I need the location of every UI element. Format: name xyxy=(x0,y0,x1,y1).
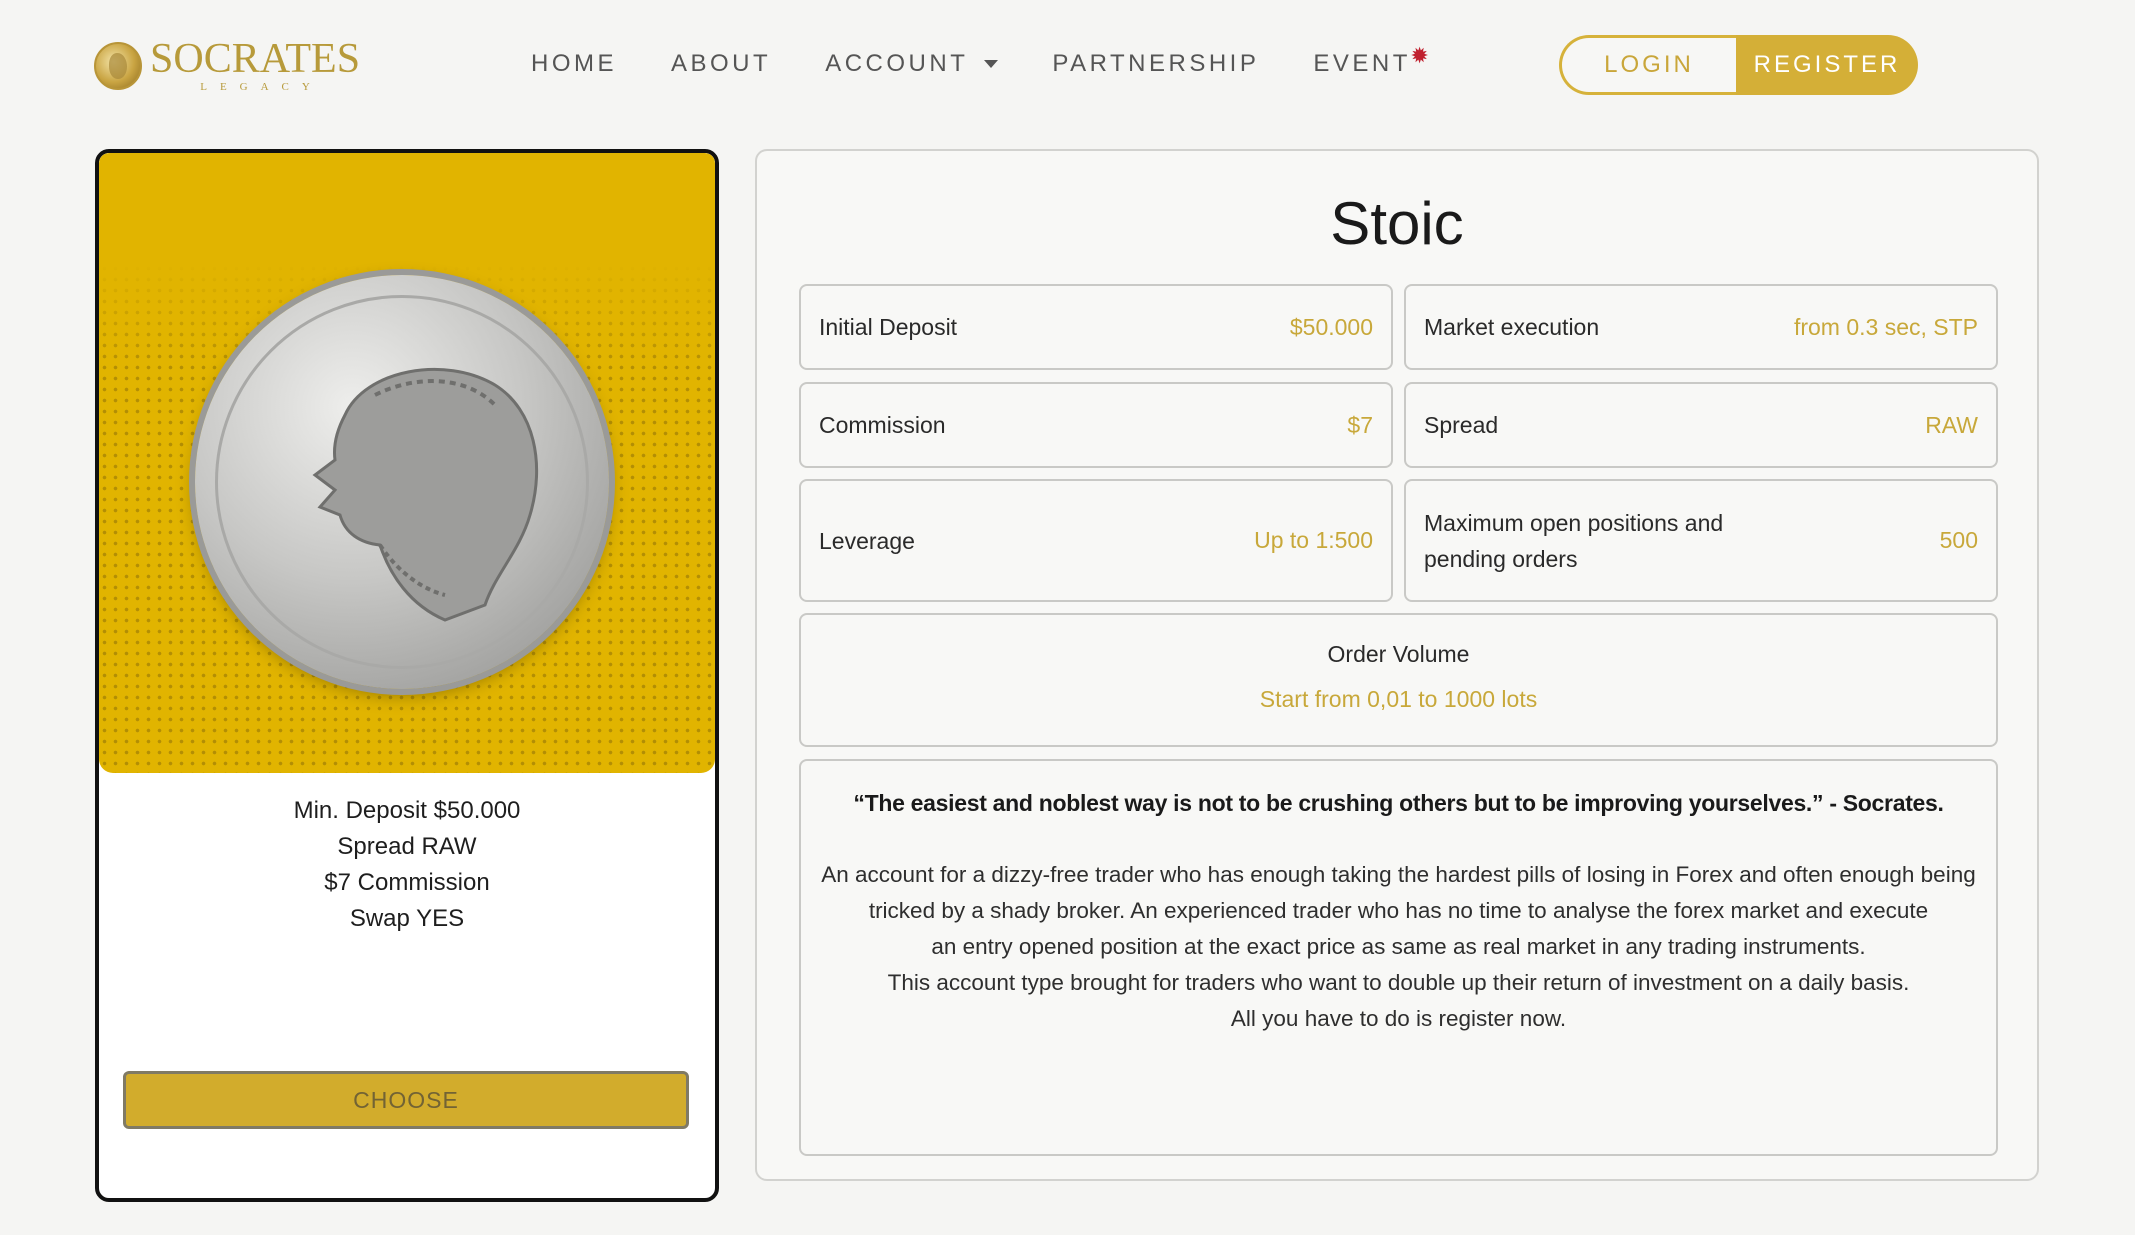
spec-max-positions: Maximum open positions and pending order… xyxy=(1404,479,1998,602)
spec-value: $7 xyxy=(1347,411,1373,438)
spec-value: 500 xyxy=(1939,527,1978,553)
account-card: Min. Deposit $50.000 Spread RAW $7 Commi… xyxy=(95,149,719,1202)
spec-order-volume: Order Volume Start from 0,01 to 1000 lot… xyxy=(799,613,1998,747)
spec-label: Initial Deposit xyxy=(819,314,958,340)
brand-text: SOCRATES LEGACY xyxy=(150,38,360,93)
nav-label: ACCOUNT xyxy=(825,50,969,77)
spec-value: $50.000 xyxy=(1289,313,1373,340)
spec-label: Commission xyxy=(819,412,946,438)
spec-spread: Spread RAW xyxy=(1404,382,1998,468)
spec-label: Spread xyxy=(1424,412,1499,438)
auth-buttons: LOGIN REGISTER xyxy=(1559,35,1918,95)
description-line: All you have to do is register now. xyxy=(1230,1006,1567,1031)
register-button[interactable]: REGISTER xyxy=(1736,35,1918,95)
spec-value: Up to 1:500 xyxy=(1254,527,1373,553)
nav-label: EVENT xyxy=(1313,50,1411,77)
spec-initial-deposit: Initial Deposit $50.000 xyxy=(799,284,1393,370)
chevron-down-icon xyxy=(984,60,999,68)
spec-value: from 0.3 sec, STP xyxy=(1793,313,1978,340)
socrates-profile-icon xyxy=(312,367,539,622)
main-nav: HOME ABOUT ACCOUNT PARTNERSHIP EVENT ✹ xyxy=(531,43,1465,78)
spec-commission: Commission $7 xyxy=(799,382,1393,468)
nav-label: ABOUT xyxy=(671,50,772,77)
nav-item-home[interactable]: HOME xyxy=(531,50,617,78)
card-info-line: Min. Deposit $50.000 xyxy=(293,797,521,824)
description-line: an entry opened position at the exact pr… xyxy=(931,934,1866,959)
gold-coin-icon xyxy=(94,41,142,90)
spec-leverage: Leverage Up to 1:500 xyxy=(799,479,1393,602)
nav-item-partnership[interactable]: PARTNERSHIP xyxy=(1052,50,1259,78)
card-info-line: $7 Commission xyxy=(324,869,490,896)
nav-label: PARTNERSHIP xyxy=(1052,50,1260,77)
volume-label: Order Volume xyxy=(1327,641,1470,667)
spec-label: Maximum open positions and pending order… xyxy=(1424,509,1724,572)
account-description: “The easiest and noblest way is not to b… xyxy=(799,759,1998,1156)
socrates-coin-icon xyxy=(195,275,609,689)
spec-market-execution: Market execution from 0.3 sec, STP xyxy=(1404,284,1998,370)
spec-value: RAW xyxy=(1925,411,1978,438)
nav-item-event[interactable]: EVENT ✹ xyxy=(1313,43,1429,78)
description-line: An account for a dizzy-free trader who h… xyxy=(821,862,1976,887)
site-header: SOCRATES LEGACY HOME ABOUT ACCOUNT PARTN… xyxy=(0,0,2135,130)
description-line: This account type brought for traders wh… xyxy=(887,970,1910,995)
volume-value: Start from 0,01 to 1000 lots xyxy=(1259,686,1538,712)
page-title: Stoic xyxy=(1330,190,1464,257)
spec-label: Market execution xyxy=(1424,314,1600,340)
card-hero-image xyxy=(99,153,715,773)
choose-button[interactable]: CHOOSE xyxy=(123,1071,689,1129)
spec-label: Leverage xyxy=(819,527,915,554)
socrates-quote: “The easiest and noblest way is not to b… xyxy=(853,790,1944,816)
card-info-line: Swap YES xyxy=(349,905,465,932)
description-body: An account for a dizzy-free trader who h… xyxy=(821,857,1976,1037)
account-details-panel: Stoic Initial Deposit $50.000 Market exe… xyxy=(755,149,2039,1181)
description-line: tricked by a shady broker. An experience… xyxy=(868,898,1929,923)
brand-title: SOCRATES xyxy=(150,36,361,82)
nav-item-about[interactable]: ABOUT xyxy=(671,50,771,78)
brand-logo[interactable]: SOCRATES LEGACY xyxy=(94,38,360,93)
brand-subtitle: LEGACY xyxy=(200,81,323,93)
login-button[interactable]: LOGIN xyxy=(1559,35,1736,95)
card-info-line: Spread RAW xyxy=(337,833,477,860)
card-info: Min. Deposit $50.000 Spread RAW $7 Commi… xyxy=(99,793,715,937)
event-badge-icon: ✹ xyxy=(1410,43,1429,68)
nav-label: HOME xyxy=(531,50,617,77)
nav-item-account[interactable]: ACCOUNT xyxy=(825,50,999,78)
